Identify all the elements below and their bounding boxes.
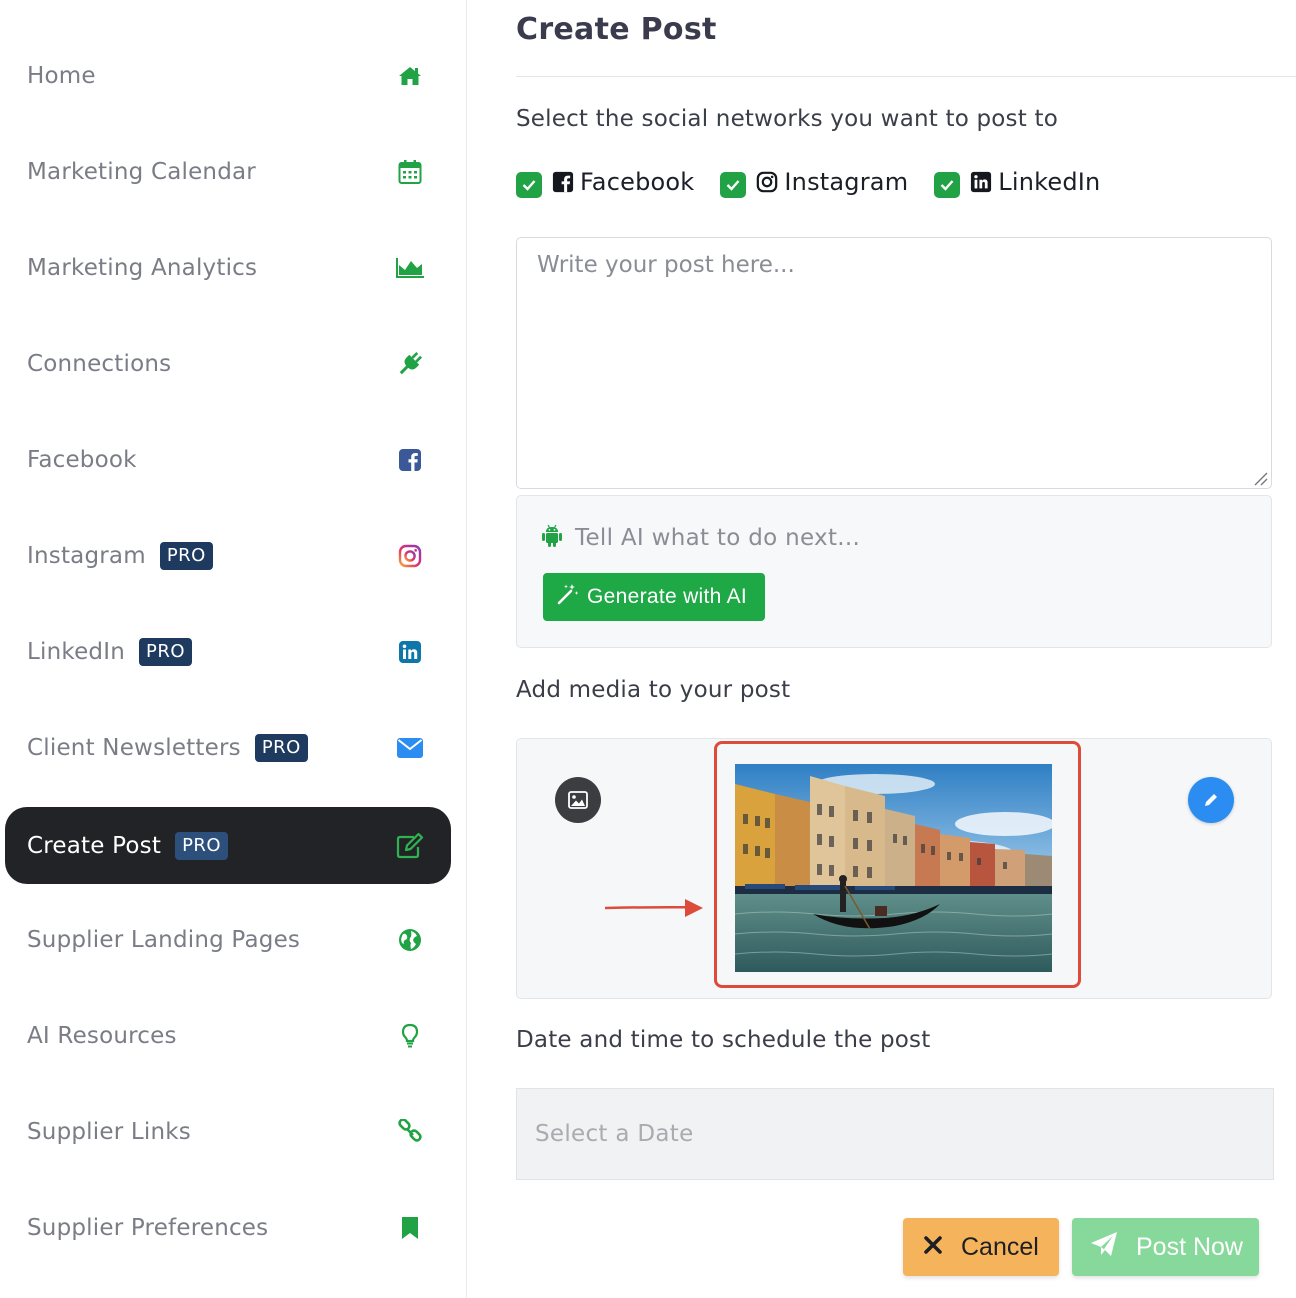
instagram-icon [756,171,778,193]
calendar-icon [395,157,425,187]
sidebar-item-create-post[interactable]: Create Post PRO [5,807,451,884]
link-icon [395,1117,425,1147]
date-placeholder: Select a Date [535,1121,694,1147]
lightbulb-icon [395,1021,425,1051]
sidebar-item-linkedin[interactable]: LinkedIn PRO [5,613,451,690]
network-label: Facebook [580,168,695,196]
sidebar-item-label: Create Post [27,832,162,859]
check-icon [727,180,740,191]
networks-label: Select the social networks you want to p… [516,106,1058,132]
edit-image-button[interactable] [1188,777,1234,823]
sidebar-item-label: Supplier Landing Pages [27,926,301,953]
pro-badge: PRO [175,831,229,860]
check-icon [522,180,536,191]
image-icon [568,791,588,809]
area-chart-icon [395,253,425,283]
generate-label: Generate with AI [587,585,748,608]
network-facebook[interactable]: Facebook [516,166,694,198]
sidebar-item-instagram[interactable]: Instagram PRO [5,517,451,594]
android-icon [541,524,563,552]
post-image-thumbnail[interactable] [735,764,1052,972]
sidebar-item-label: Instagram [27,542,146,569]
sidebar-item-label: Facebook [27,446,137,473]
generate-with-ai-button[interactable]: Generate with AI [543,573,765,621]
post-now-button[interactable]: Post Now [1072,1218,1259,1276]
network-selector: Facebook Instagram LinkedIn [516,166,1126,198]
ai-assistant-panel: Tell AI what to do next... Generate with… [516,495,1272,648]
linkedin-icon [970,171,992,193]
sidebar-item-connections[interactable]: Connections [5,325,451,402]
pro-badge: PRO [254,733,308,762]
home-icon [395,61,425,91]
edit-icon [395,831,425,861]
sidebar-item-label: Client Newsletters [27,734,241,761]
sidebar: Home Marketing Calendar Marketing Analyt… [0,0,467,1298]
sidebar-item-supplier-links[interactable]: Supplier Links [5,1093,451,1170]
linkedin-checkbox[interactable] [934,172,961,198]
instagram-icon [395,541,425,571]
cancel-label: Cancel [961,1232,1039,1261]
close-icon [923,1233,943,1262]
pencil-icon [1205,794,1217,806]
sidebar-item-label: LinkedIn [27,638,125,665]
schedule-date-input[interactable]: Select a Date [516,1088,1274,1180]
change-image-button[interactable] [555,777,601,823]
pro-badge: PRO [139,637,193,666]
media-panel [516,738,1272,999]
sidebar-item-label: Marketing Analytics [27,254,258,281]
title-divider [516,76,1296,77]
main-content: Create Post Select the social networks y… [467,0,1296,1298]
facebook-checkbox[interactable] [516,172,542,198]
resize-grip-icon[interactable] [1252,470,1268,486]
facebook-square-icon [552,171,574,193]
sidebar-item-label: Supplier Preferences [27,1214,269,1241]
network-instagram[interactable]: Instagram [720,166,908,198]
cancel-button[interactable]: Cancel [903,1218,1059,1276]
facebook-icon [395,445,425,475]
network-label: LinkedIn [998,168,1101,196]
sidebar-item-marketing-calendar[interactable]: Marketing Calendar [5,133,451,210]
sidebar-item-label: Marketing Calendar [27,158,256,185]
post-textarea[interactable] [516,237,1272,489]
ai-prompt-input[interactable]: Tell AI what to do next... [541,524,860,552]
globe-icon [395,925,425,955]
sidebar-item-home[interactable]: Home [5,37,451,114]
sidebar-item-label: Connections [27,350,172,377]
network-label: Instagram [784,168,909,196]
sidebar-item-ai-resources[interactable]: AI Resources [5,997,451,1074]
check-icon [940,180,954,191]
sidebar-item-label: AI Resources [27,1022,177,1049]
magic-wand-icon [557,583,579,611]
plug-icon [395,349,425,379]
post-now-label: Post Now [1136,1232,1243,1261]
ai-prompt-placeholder: Tell AI what to do next... [575,525,861,551]
sidebar-item-marketing-analytics[interactable]: Marketing Analytics [5,229,451,306]
instagram-checkbox[interactable] [720,172,747,198]
sidebar-item-facebook[interactable]: Facebook [5,421,451,498]
paper-plane-icon [1090,1231,1118,1264]
sidebar-item-client-newsletters[interactable]: Client Newsletters PRO [5,709,451,786]
schedule-label: Date and time to schedule the post [516,1027,931,1053]
sidebar-item-label: Home [27,62,96,89]
bookmark-icon [395,1213,425,1243]
pro-badge: PRO [159,541,213,570]
network-linkedin[interactable]: LinkedIn [934,166,1100,198]
sidebar-item-supplier-landing-pages[interactable]: Supplier Landing Pages [5,901,451,978]
sidebar-item-supplier-preferences[interactable]: Supplier Preferences [5,1189,451,1266]
page-title: Create Post [516,12,717,47]
sidebar-item-label: Supplier Links [27,1118,191,1145]
media-label: Add media to your post [516,677,791,703]
arrow-pointer-icon [605,899,703,917]
linkedin-icon [395,637,425,667]
envelope-icon [395,733,425,763]
